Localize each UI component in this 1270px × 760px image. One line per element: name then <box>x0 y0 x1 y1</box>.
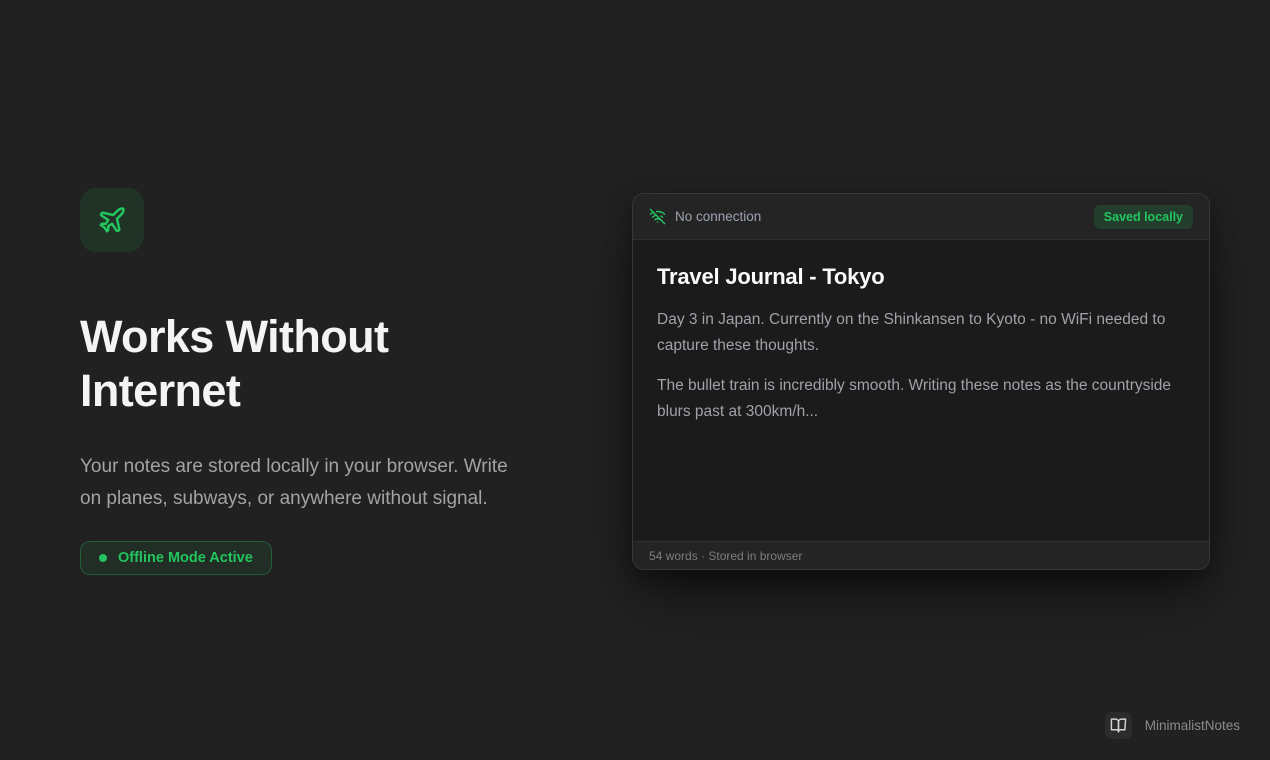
book-open-icon <box>1105 712 1132 739</box>
wifi-off-icon <box>649 208 666 225</box>
offline-mode-badge: Offline Mode Active <box>80 541 272 575</box>
page-title: Works Without Internet <box>80 310 510 418</box>
note-editor[interactable]: Travel Journal - Tokyo Day 3 in Japan. C… <box>633 240 1209 541</box>
connection-status: No connection <box>675 209 761 224</box>
hero-description: Your notes are stored locally in your br… <box>80 451 528 515</box>
saved-locally-badge: Saved locally <box>1094 205 1193 229</box>
note-title: Travel Journal - Tokyo <box>657 264 1185 290</box>
note-meta: 54 words · Stored in browser <box>649 549 802 563</box>
note-card-header: No connection Saved locally <box>633 194 1209 240</box>
offline-mode-label: Offline Mode Active <box>118 550 253 566</box>
note-card-footer: 54 words · Stored in browser <box>633 541 1209 569</box>
brand-footer: MinimalistNotes <box>1105 712 1240 739</box>
status-dot-icon <box>99 554 107 562</box>
brand-name: MinimalistNotes <box>1145 718 1240 733</box>
plane-icon <box>80 188 144 252</box>
hero-section: Works Without Internet Your notes are st… <box>80 188 550 575</box>
note-paragraph-2: The bullet train is incredibly smooth. W… <box>657 373 1179 425</box>
note-card: No connection Saved locally Travel Journ… <box>632 193 1210 570</box>
note-paragraph-1: Day 3 in Japan. Currently on the Shinkan… <box>657 307 1179 359</box>
